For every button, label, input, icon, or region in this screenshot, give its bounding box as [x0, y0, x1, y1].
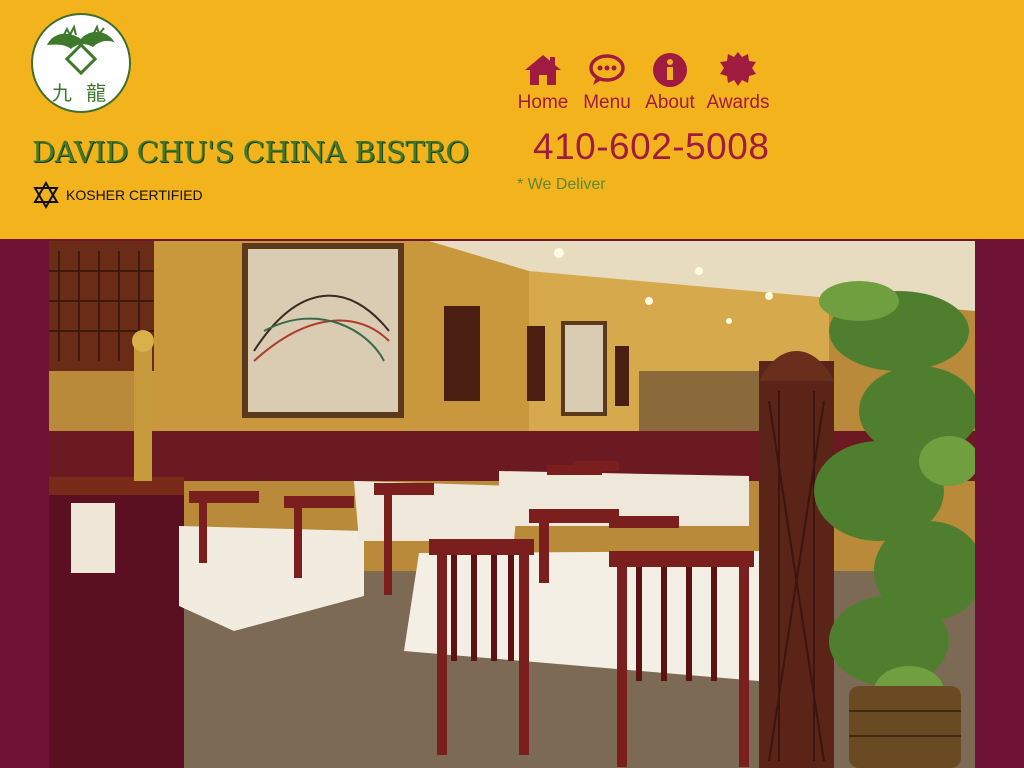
phone-number[interactable]: 410-602-5008 — [533, 126, 769, 168]
kosher-label: KOSHER CERTIFIED — [66, 187, 203, 203]
home-icon — [523, 50, 563, 90]
nav-home[interactable]: Home — [515, 50, 571, 114]
nav-awards[interactable]: Awards — [703, 50, 773, 114]
restaurant-interior-image — [49, 241, 975, 768]
award-seal-icon — [719, 50, 757, 90]
restaurant-logo[interactable]: 九 龍 — [31, 13, 131, 113]
delivery-note: * We Deliver — [517, 176, 606, 193]
nav-about[interactable]: About — [641, 50, 699, 114]
nav-about-label: About — [645, 92, 695, 113]
main-nav: Home Menu About Awards — [515, 50, 773, 114]
info-icon — [652, 50, 688, 90]
star-of-david-icon — [33, 181, 59, 209]
chat-bubble-icon — [588, 50, 626, 90]
restaurant-name[interactable]: DAVID CHU'S CHINA BISTRO — [32, 135, 469, 169]
nav-menu-label: Menu — [583, 92, 631, 113]
kosher-badge: KOSHER CERTIFIED — [32, 180, 203, 210]
nav-menu[interactable]: Menu — [575, 50, 639, 114]
logo-characters: 九 龍 — [51, 81, 111, 105]
site-header: 九 龍 DAVID CHU'S CHINA BISTRO KOSHER CERT… — [0, 0, 1024, 239]
nav-awards-label: Awards — [706, 92, 770, 113]
nav-home-label: Home — [517, 92, 569, 113]
hero-image — [49, 241, 975, 768]
